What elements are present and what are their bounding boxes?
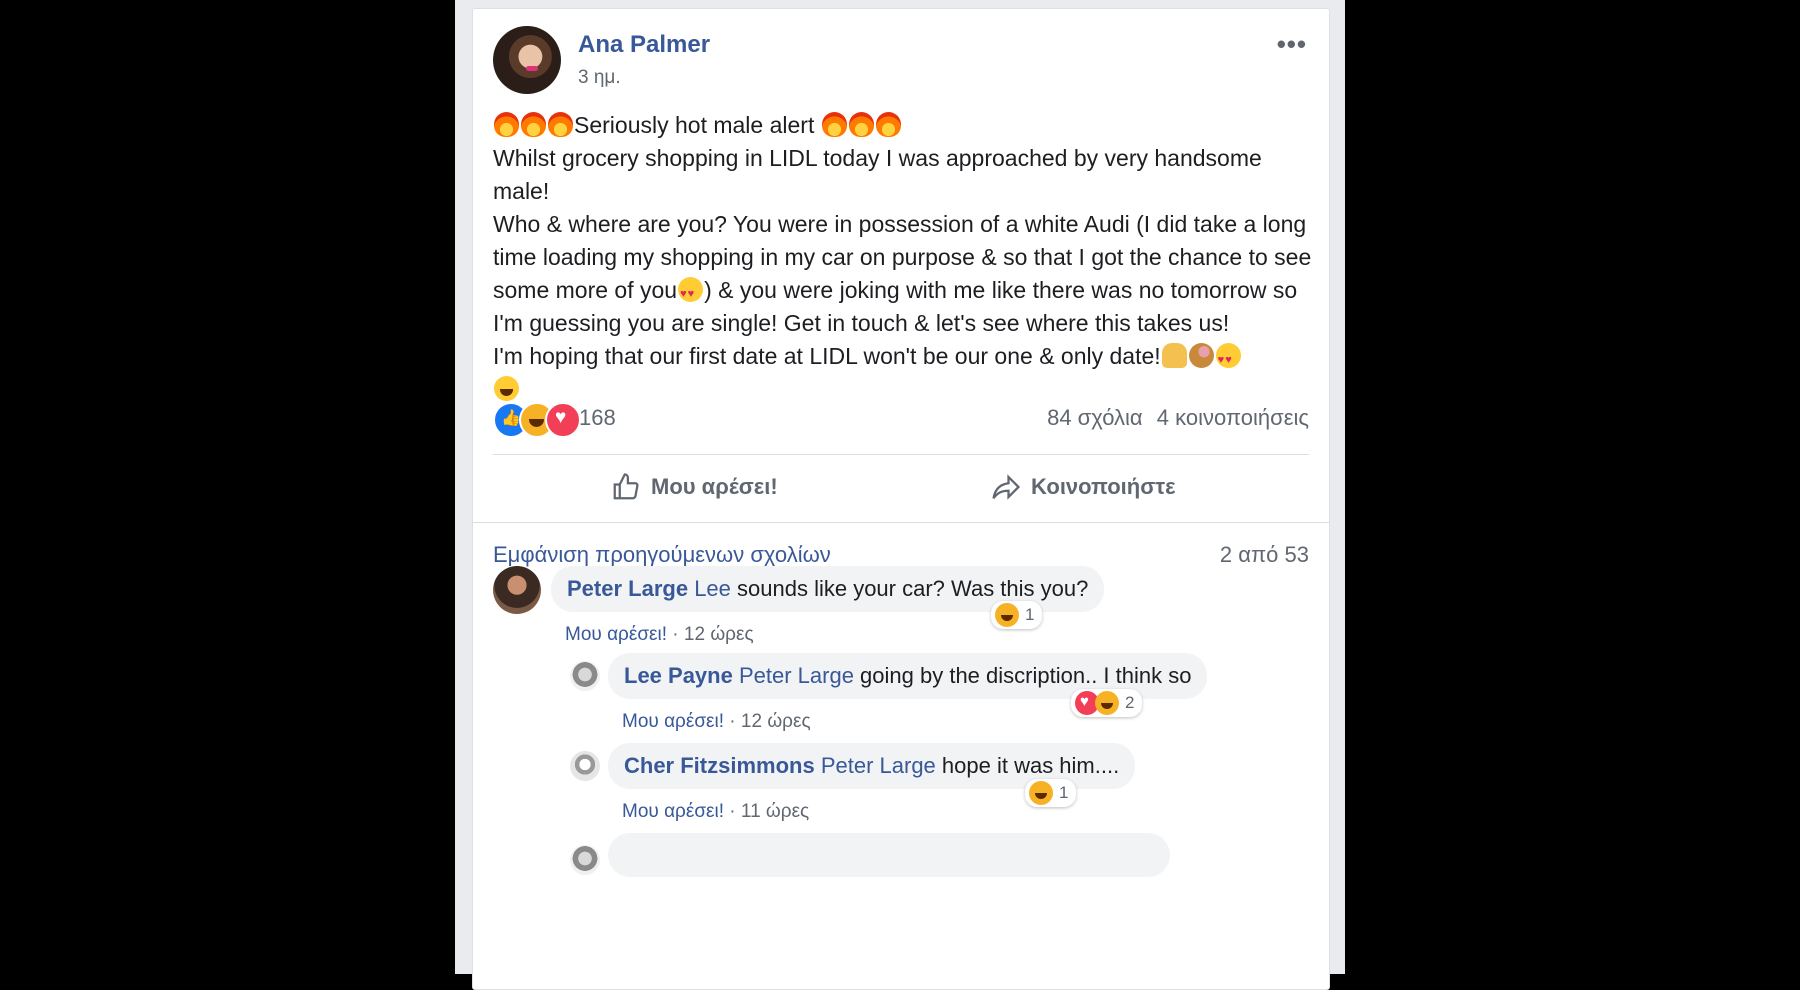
- fire-emoji-icon: [548, 112, 573, 137]
- heart-eyes-emoji-icon: [1215, 343, 1241, 377]
- fire-emoji-icon: [821, 112, 847, 137]
- commenter-avatar[interactable]: [570, 661, 600, 691]
- mention-tag[interactable]: Peter Large: [739, 663, 854, 688]
- heart-eyes-emoji-icon: [678, 277, 704, 311]
- comment-like-link[interactable]: Μου αρέσει!: [565, 624, 667, 645]
- post-line-4: I'm hoping that our first date at LIDL w…: [493, 340, 1313, 406]
- more-options-icon[interactable]: •••: [1277, 29, 1307, 60]
- comments-count[interactable]: 84 σχόλια: [1047, 405, 1143, 430]
- post-card: Ana Palmer 3 ημ. ••• Seriously hot male …: [472, 8, 1330, 990]
- comment-reaction-badge[interactable]: 2: [1071, 689, 1143, 717]
- commenter-avatar[interactable]: [570, 751, 600, 781]
- comment-reaction-badge[interactable]: 1: [1025, 779, 1077, 807]
- like-button[interactable]: Μου αρέσει!: [611, 464, 778, 510]
- post-line-1-text: Seriously hot male alert: [574, 112, 821, 138]
- comment-meta: Μου αρέσει! · 11 ώρες: [622, 801, 810, 822]
- laughing-emoji-icon: [494, 376, 519, 401]
- comment-like-link[interactable]: Μου αρέσει!: [622, 801, 724, 822]
- commenter-name[interactable]: Lee Payne: [624, 663, 733, 688]
- post-text: Seriously hot male alert Whilst grocery …: [493, 109, 1313, 406]
- comment-text: going by the discription.. I think so: [853, 663, 1192, 688]
- fire-emoji-icon: [848, 112, 874, 137]
- comment-time[interactable]: 12 ώρες: [741, 711, 811, 732]
- mention-tag[interactable]: Peter Large: [821, 753, 936, 778]
- commenter-avatar[interactable]: [493, 566, 541, 614]
- fire-emoji-icon: [494, 112, 519, 137]
- mention-tag[interactable]: Lee: [694, 576, 731, 601]
- author-avatar[interactable]: [493, 26, 561, 94]
- fire-emoji-icon: [875, 112, 901, 137]
- comments-pager-count: 2 από 53: [1219, 542, 1309, 567]
- post-line-3: Who & where are you? You were in possess…: [493, 208, 1313, 340]
- comment-text: hope it was him....: [935, 753, 1120, 778]
- feed-page: Ana Palmer 3 ημ. ••• Seriously hot male …: [455, 0, 1345, 990]
- thumbs-up-icon: [613, 473, 639, 500]
- commenter-name[interactable]: Cher Fitzsimmons: [624, 753, 815, 778]
- comment-reaction-count: 1: [1025, 605, 1035, 624]
- pray-emoji-icon: [1161, 343, 1187, 368]
- share-button[interactable]: Κοινοποιήστε: [991, 464, 1176, 510]
- fire-emoji-icon: [521, 112, 546, 137]
- comment-time[interactable]: 11 ώρες: [741, 801, 809, 822]
- comment-text: sounds like your car? Was this you?: [730, 576, 1089, 601]
- comment-meta: Μου αρέσει! · 12 ώρες: [622, 711, 811, 732]
- share-button-label: Κοινοποιήστε: [1031, 474, 1176, 499]
- post-stats: 84 σχόλια 4 κοινοποιήσεις: [1039, 405, 1309, 431]
- comment-bubble-partial: [608, 833, 1170, 877]
- haha-reaction-icon: [1095, 691, 1119, 715]
- post-author[interactable]: Ana Palmer: [578, 31, 710, 59]
- post-timestamp[interactable]: 3 ημ.: [578, 67, 621, 89]
- share-arrow-icon: [992, 474, 1021, 500]
- commenter-name[interactable]: Peter Large: [567, 576, 688, 601]
- comment-time[interactable]: 12 ώρες: [684, 624, 754, 645]
- comment-reaction-count: 1: [1059, 783, 1069, 802]
- post-line-2: Whilst grocery shopping in LIDL today I …: [493, 145, 1269, 204]
- divider: [493, 454, 1309, 455]
- post-line-1: Seriously hot male alert: [493, 109, 1313, 142]
- haha-reaction-icon: [1029, 781, 1053, 805]
- post-line-4-text: I'm hoping that our first date at LIDL w…: [493, 343, 1161, 369]
- like-button-label: Μου αρέσει!: [651, 474, 778, 499]
- ring-emoji-icon: [1188, 343, 1214, 368]
- comment-like-link[interactable]: Μου αρέσει!: [622, 711, 724, 732]
- commenter-avatar[interactable]: [570, 845, 600, 875]
- comment-reaction-badge[interactable]: 1: [991, 601, 1043, 629]
- comment-meta: Μου αρέσει! · 12 ώρες: [565, 624, 754, 645]
- reaction-count[interactable]: 168: [579, 405, 616, 431]
- love-reaction-icon: [545, 402, 581, 438]
- view-previous-comments-link[interactable]: Εμφάνιση προηγούμενων σχολίων: [493, 542, 831, 568]
- comment-reaction-count: 2: [1125, 693, 1135, 712]
- haha-reaction-icon: [995, 603, 1019, 627]
- shares-count[interactable]: 4 κοινοποιήσεις: [1157, 405, 1309, 430]
